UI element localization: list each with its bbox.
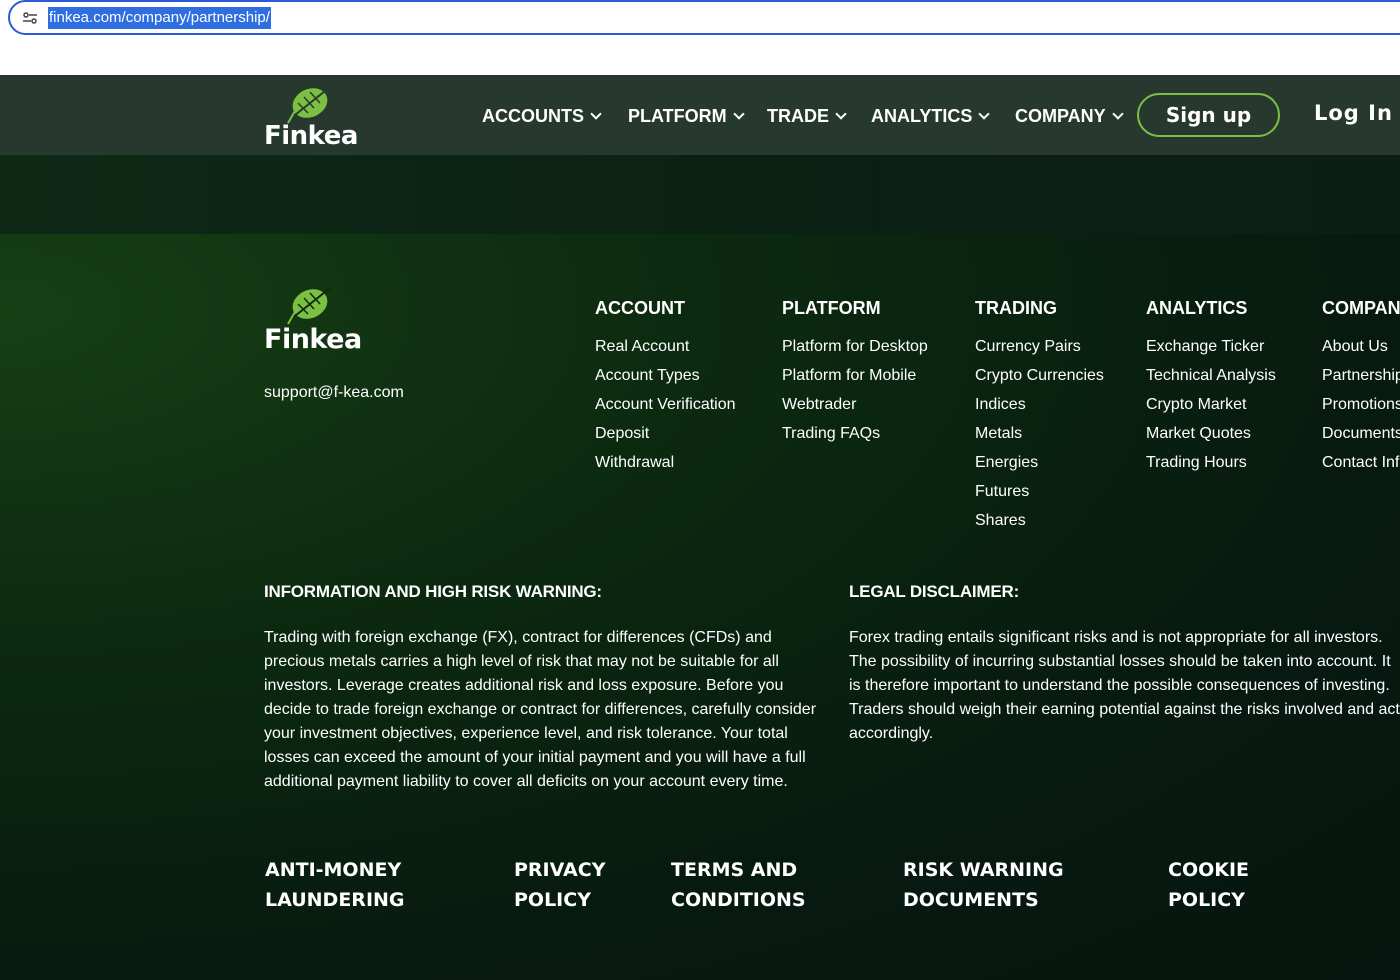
- site-footer: Finkea support@f-kea.com ACCOUNT Real Ac…: [0, 234, 1400, 980]
- site-settings-icon[interactable]: [22, 11, 38, 25]
- terms-and-conditions-link[interactable]: TERMS AND CONDITIONS: [671, 855, 806, 915]
- chevron-down-icon: [978, 107, 991, 120]
- footer-link[interactable]: Market Quotes: [1146, 424, 1276, 453]
- column-title: ACCOUNT: [595, 298, 685, 318]
- footer-link[interactable]: Shares: [975, 511, 1104, 540]
- footer-link[interactable]: Platform for Mobile: [782, 366, 928, 395]
- link-line: COOKIE: [1168, 859, 1250, 881]
- address-bar[interactable]: finkea.com/company/partnership/ ⊙: [8, 0, 1400, 35]
- footer-link[interactable]: Exchange Ticker: [1146, 337, 1276, 366]
- hero-band: [0, 155, 1400, 234]
- site-header: Finkea ACCOUNTS PLATFORM TRADE ANALYTICS…: [0, 75, 1400, 155]
- header-logo-text: Finkea: [264, 121, 358, 151]
- header-logo[interactable]: Finkea: [264, 83, 358, 151]
- risk-warning-documents-link[interactable]: RISK WARNING DOCUMENTS: [903, 855, 1064, 915]
- nav-trade-label: TRADE: [767, 105, 829, 126]
- nav-company-label: COMPANY: [1015, 105, 1106, 126]
- footer-link[interactable]: Documents: [1322, 424, 1400, 453]
- link-line: CONDITIONS: [671, 889, 806, 911]
- footer-logo[interactable]: Finkea: [264, 284, 362, 355]
- footer-link[interactable]: Currency Pairs: [975, 337, 1104, 366]
- login-link[interactable]: Log In: [1314, 101, 1393, 125]
- chevron-down-icon: [732, 107, 745, 120]
- footer-link[interactable]: Energies: [975, 453, 1104, 482]
- footer-link[interactable]: Trading FAQs: [782, 424, 928, 453]
- footer-link[interactable]: Futures: [975, 482, 1104, 511]
- cookie-policy-link[interactable]: COOKIE POLICY: [1168, 855, 1249, 915]
- anti-money-laundering-link[interactable]: ANTI-MONEY LAUNDERING: [265, 855, 405, 915]
- column-title: PLATFORM: [782, 298, 881, 318]
- risk-warning-text: Trading with foreign exchange (FX), cont…: [264, 629, 817, 790]
- column-title: ANALYTICS: [1146, 298, 1248, 318]
- link-line: ANTI-MONEY: [265, 859, 402, 881]
- risk-warning-title: INFORMATION AND HIGH RISK WARNING:: [264, 582, 602, 601]
- link-line: POLICY: [514, 889, 591, 911]
- nav-analytics[interactable]: ANALYTICS: [871, 103, 991, 129]
- footer-link[interactable]: Contact Info: [1322, 453, 1400, 482]
- footer-column-account: ACCOUNT Real Account Account Types Accou…: [595, 297, 736, 482]
- link-line: DOCUMENTS: [903, 889, 1039, 911]
- footer-link[interactable]: Trading Hours: [1146, 453, 1276, 482]
- link-line: RISK WARNING: [903, 859, 1064, 881]
- footer-link[interactable]: Promotions: [1322, 395, 1400, 424]
- footer-column-company: COMPANY About Us Partnership Promotions …: [1322, 297, 1400, 482]
- footer-link[interactable]: Account Types: [595, 366, 736, 395]
- footer-link[interactable]: Crypto Market: [1146, 395, 1276, 424]
- footer-link[interactable]: Metals: [975, 424, 1104, 453]
- chevron-down-icon: [1112, 107, 1124, 120]
- url-text[interactable]: finkea.com/company/partnership/: [48, 7, 271, 29]
- nav-platform-label: PLATFORM: [628, 105, 727, 126]
- footer-column-platform: PLATFORM Platform for Desktop Platform f…: [782, 297, 928, 453]
- footer-column-analytics: ANALYTICS Exchange Ticker Technical Anal…: [1146, 297, 1276, 482]
- footer-link[interactable]: Deposit: [595, 424, 736, 453]
- footer-link[interactable]: Account Verification: [595, 395, 736, 424]
- footer-link[interactable]: Indices: [975, 395, 1104, 424]
- footer-link[interactable]: Technical Analysis: [1146, 366, 1276, 395]
- chevron-down-icon: [835, 107, 847, 120]
- leaf-logo-icon: [287, 287, 331, 325]
- column-title: COMPANY: [1322, 298, 1400, 318]
- footer-link[interactable]: Platform for Desktop: [782, 337, 928, 366]
- support-email[interactable]: support@f-kea.com: [264, 384, 404, 402]
- footer-link[interactable]: About Us: [1322, 337, 1400, 366]
- legal-disclaimer-title: LEGAL DISCLAIMER:: [849, 582, 1020, 601]
- footer-link[interactable]: Crypto Currencies: [975, 366, 1104, 395]
- signup-button[interactable]: Sign up: [1137, 93, 1280, 137]
- nav-accounts[interactable]: ACCOUNTS: [482, 103, 602, 129]
- nav-company[interactable]: COMPANY: [1015, 103, 1124, 129]
- nav-platform[interactable]: PLATFORM: [628, 103, 745, 129]
- footer-logo-text: Finkea: [264, 324, 362, 355]
- nav-accounts-label: ACCOUNTS: [482, 105, 584, 126]
- footer-link[interactable]: Real Account: [595, 337, 736, 366]
- browser-toolbar: finkea.com/company/partnership/ ⊙: [0, 0, 1400, 75]
- nav-trade[interactable]: TRADE: [767, 103, 847, 129]
- chevron-down-icon: [590, 107, 602, 120]
- nav-analytics-label: ANALYTICS: [871, 105, 973, 126]
- footer-link[interactable]: Webtrader: [782, 395, 928, 424]
- legal-disclaimer-text: Forex trading entails significant risks …: [849, 629, 1400, 742]
- privacy-policy-link[interactable]: PRIVACY POLICY: [514, 855, 605, 915]
- link-line: LAUNDERING: [265, 889, 405, 911]
- footer-link[interactable]: Withdrawal: [595, 453, 736, 482]
- column-title: TRADING: [975, 298, 1057, 318]
- footer-link[interactable]: Partnership: [1322, 366, 1400, 395]
- link-line: PRIVACY: [514, 859, 606, 881]
- footer-column-trading: TRADING Currency Pairs Crypto Currencies…: [975, 297, 1104, 540]
- link-line: TERMS AND: [671, 859, 798, 881]
- link-line: POLICY: [1168, 889, 1245, 911]
